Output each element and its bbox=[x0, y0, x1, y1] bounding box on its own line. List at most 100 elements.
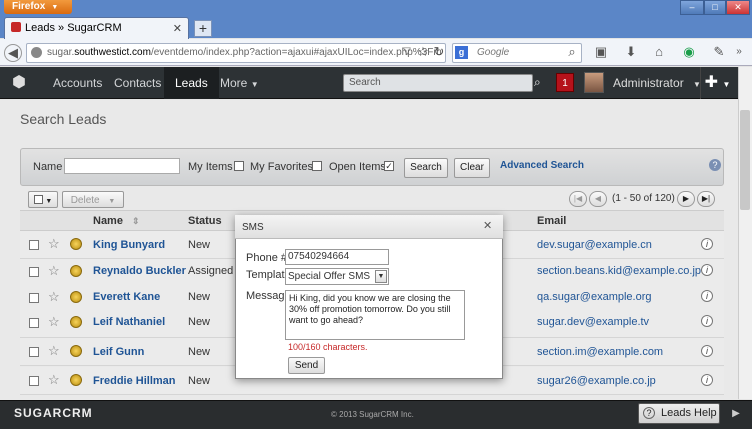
new-tab-button[interactable]: + bbox=[194, 20, 212, 37]
edit-pencil-icon[interactable] bbox=[70, 374, 82, 386]
magnifier-icon[interactable]: ⌕ bbox=[563, 43, 581, 61]
quick-create-button[interactable]: ✚ ▼ bbox=[700, 67, 734, 99]
row-checkbox[interactable] bbox=[29, 293, 39, 303]
lead-name-link[interactable]: Leif Nathaniel bbox=[93, 316, 165, 328]
template-label: Template bbox=[246, 269, 291, 281]
my-favorites-checkbox[interactable] bbox=[312, 161, 322, 171]
nav-more[interactable]: More ▼ bbox=[209, 67, 270, 99]
bookmarks-menu-icon[interactable]: ▣ bbox=[592, 43, 610, 61]
download-icon[interactable]: ⬇ bbox=[622, 43, 640, 61]
help-icon[interactable]: ? bbox=[709, 159, 721, 171]
url-host: southwestict.com bbox=[74, 47, 151, 58]
reload-icon[interactable]: ↻ bbox=[430, 43, 448, 61]
row-checkbox[interactable] bbox=[29, 318, 39, 328]
info-icon[interactable]: i bbox=[701, 315, 713, 327]
leads-help-button[interactable]: ? Leads Help bbox=[638, 403, 720, 424]
global-search-input[interactable]: Search ⌕ bbox=[343, 74, 541, 92]
favorite-star-icon[interactable]: ☆ bbox=[48, 289, 60, 305]
google-icon[interactable]: g bbox=[455, 46, 468, 59]
lead-email-link[interactable]: sugar26@example.co.jp bbox=[537, 375, 656, 387]
lead-email-link[interactable]: dev.sugar@example.cn bbox=[537, 239, 652, 251]
avatar[interactable] bbox=[584, 72, 604, 93]
phone-field[interactable]: 07540294664 bbox=[285, 249, 389, 265]
footer-expand-icon[interactable]: ▶ bbox=[726, 404, 746, 423]
template-select[interactable]: Special Offer SMS bbox=[285, 268, 389, 285]
firefox-menu-button[interactable]: Firefox ▼ bbox=[4, 0, 72, 14]
home-icon[interactable]: ⌂ bbox=[650, 43, 668, 61]
info-icon[interactable]: i bbox=[701, 290, 713, 302]
close-icon[interactable]: ✕ bbox=[483, 219, 492, 232]
prev-page-button[interactable]: ◀ bbox=[589, 191, 607, 207]
favorite-star-icon[interactable]: ☆ bbox=[48, 236, 60, 252]
addon-icon[interactable]: ◉ bbox=[680, 43, 698, 61]
row-checkbox[interactable] bbox=[29, 240, 39, 250]
nav-contacts[interactable]: Contacts bbox=[103, 67, 172, 99]
edit-pencil-icon[interactable] bbox=[70, 291, 82, 303]
close-window-button[interactable]: ✕ bbox=[726, 0, 750, 15]
delete-button[interactable]: Delete ▼ bbox=[62, 191, 124, 208]
edit-pencil-icon[interactable] bbox=[70, 238, 82, 250]
tools-icon[interactable]: ✎ bbox=[710, 43, 728, 61]
lead-name-link[interactable]: Everett Kane bbox=[93, 291, 160, 303]
favorite-star-icon[interactable]: ☆ bbox=[48, 314, 60, 330]
send-button[interactable]: Send bbox=[288, 357, 325, 374]
info-icon[interactable]: i bbox=[701, 374, 713, 386]
lead-name-link[interactable]: Freddie Hillman bbox=[93, 375, 176, 387]
edit-pencil-icon[interactable] bbox=[70, 316, 82, 328]
user-menu[interactable]: Administrator ▼ bbox=[613, 67, 701, 99]
edit-pencil-icon[interactable] bbox=[70, 345, 82, 357]
favorite-star-icon[interactable]: ☆ bbox=[48, 343, 60, 359]
browser-tab-active[interactable]: Leads » SugarCRM ✕ bbox=[4, 17, 189, 39]
chevron-down-icon[interactable]: ▼ bbox=[375, 270, 387, 283]
lead-name-link[interactable]: Leif Gunn bbox=[93, 346, 144, 358]
maximize-button[interactable]: □ bbox=[704, 0, 726, 15]
page-title: Search Leads bbox=[20, 111, 107, 127]
lead-email-link[interactable]: section.im@example.com bbox=[537, 346, 663, 358]
info-icon[interactable]: i bbox=[701, 264, 713, 276]
column-status[interactable]: Status bbox=[188, 215, 222, 227]
leads-help-label: Leads Help bbox=[661, 407, 717, 419]
back-arrow-icon[interactable]: ◀ bbox=[4, 44, 22, 62]
next-page-button[interactable]: ▶ bbox=[677, 191, 695, 207]
last-page-button[interactable]: ▶| bbox=[697, 191, 715, 207]
lead-status: New bbox=[188, 346, 211, 358]
favorite-star-icon[interactable]: ☆ bbox=[48, 372, 60, 388]
row-checkbox[interactable] bbox=[29, 376, 39, 386]
clear-button[interactable]: Clear bbox=[454, 158, 490, 178]
global-search-placeholder: Search bbox=[349, 77, 381, 88]
lead-name-link[interactable]: King Bunyard bbox=[93, 239, 165, 251]
minimize-button[interactable]: – bbox=[680, 0, 704, 15]
sort-icon[interactable]: ⇕ bbox=[132, 216, 140, 226]
overflow-icon[interactable]: » bbox=[730, 43, 748, 61]
advanced-search-link[interactable]: Advanced Search bbox=[500, 160, 584, 171]
info-icon[interactable]: i bbox=[701, 238, 713, 250]
info-icon[interactable]: i bbox=[701, 345, 713, 357]
lead-email-link[interactable]: qa.sugar@example.org bbox=[537, 291, 652, 303]
message-label: Message bbox=[246, 290, 291, 302]
name-filter-input[interactable] bbox=[64, 158, 180, 174]
lead-name-link[interactable]: Reynaldo Buckler bbox=[93, 265, 186, 277]
first-page-button[interactable]: |◀ bbox=[569, 191, 587, 207]
search-button[interactable]: Search bbox=[404, 158, 448, 178]
notification-badge[interactable]: 1 bbox=[556, 73, 574, 92]
sms-dialog-header[interactable] bbox=[235, 215, 503, 239]
my-items-checkbox[interactable] bbox=[234, 161, 244, 171]
row-checkbox[interactable] bbox=[29, 347, 39, 357]
lead-email-link[interactable]: sugar.dev@example.tv bbox=[537, 316, 649, 328]
column-email[interactable]: Email bbox=[537, 215, 566, 227]
select-all-checkbox[interactable] bbox=[33, 195, 43, 204]
search-icon[interactable]: ⌕ bbox=[534, 74, 554, 92]
url-bar[interactable]: sugar.southwestict.com/eventdemo/index.p… bbox=[26, 43, 446, 63]
message-textarea[interactable]: Hi King, did you know we are closing the… bbox=[285, 290, 465, 340]
site-identity-icon[interactable] bbox=[31, 47, 42, 58]
scrollbar-thumb[interactable] bbox=[740, 110, 750, 210]
column-name[interactable]: Name ⇕ bbox=[93, 215, 140, 227]
row-checkbox[interactable] bbox=[29, 267, 39, 277]
edit-pencil-icon[interactable] bbox=[70, 265, 82, 277]
lead-email-link[interactable]: section.beans.kid@example.co.jp bbox=[537, 265, 701, 277]
tab-close-icon[interactable]: ✕ bbox=[173, 22, 182, 35]
select-all-dropdown[interactable]: ▼ bbox=[28, 191, 58, 208]
sugar-cube-logo-icon[interactable]: ⬢ bbox=[12, 73, 34, 93]
open-items-checkbox[interactable]: ✓ bbox=[384, 161, 394, 171]
favorite-star-icon[interactable]: ☆ bbox=[48, 263, 60, 279]
